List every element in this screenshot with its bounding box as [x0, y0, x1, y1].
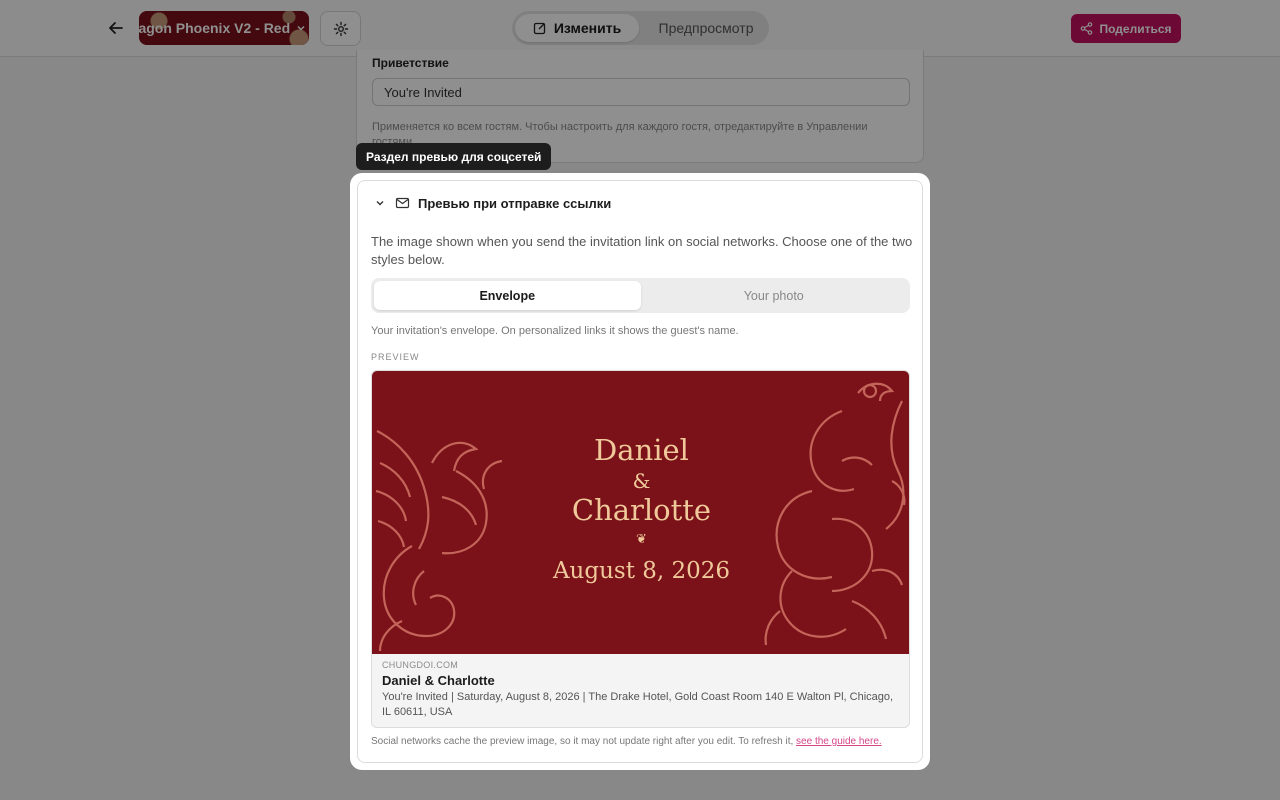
preview-label: PREVIEW	[371, 352, 420, 362]
section-description: The image shown when you send the invita…	[371, 234, 913, 267]
envelope-note: Your invitation's envelope. On personali…	[371, 325, 739, 337]
cache-note-text: Social networks cache the preview image,…	[371, 736, 794, 747]
guide-link[interactable]: see the guide here.	[796, 736, 882, 747]
hero-ampersand: &	[632, 469, 651, 493]
tour-tooltip: Раздел превью для соцсетей	[356, 143, 552, 170]
cache-note: Social networks cache the preview image,…	[371, 736, 882, 747]
link-preview-section: Превью при отправке ссылки The image sho…	[357, 180, 923, 763]
preview-description: You're Invited | Saturday, August 8, 202…	[382, 691, 894, 718]
mail-icon	[395, 197, 410, 209]
hero-name-1: Daniel	[594, 433, 689, 467]
style-your-photo[interactable]: Your photo	[641, 281, 908, 310]
section-header[interactable]: Превью при отправке ссылки	[373, 193, 611, 213]
preview-image: Daniel & Charlotte ❦ August 8, 2026	[372, 371, 909, 654]
hero-name-2: Charlotte	[571, 493, 712, 527]
section-title: Превью при отправке ссылки	[418, 195, 612, 211]
link-preview-card: Daniel & Charlotte ❦ August 8, 2026 CHUN…	[371, 370, 910, 728]
hero-date: August 8, 2026	[552, 558, 731, 584]
preview-title: Daniel & Charlotte	[382, 673, 495, 688]
hero-ornament: ❦	[636, 532, 647, 547]
preview-site: CHUNGDOI.COM	[382, 660, 459, 670]
style-envelope[interactable]: Envelope	[374, 281, 641, 310]
chevron-down-icon	[376, 201, 384, 206]
preview-meta: CHUNGDOI.COM Daniel & Charlotte You're I…	[382, 660, 902, 720]
style-toggle: Envelope Your photo	[371, 278, 910, 313]
